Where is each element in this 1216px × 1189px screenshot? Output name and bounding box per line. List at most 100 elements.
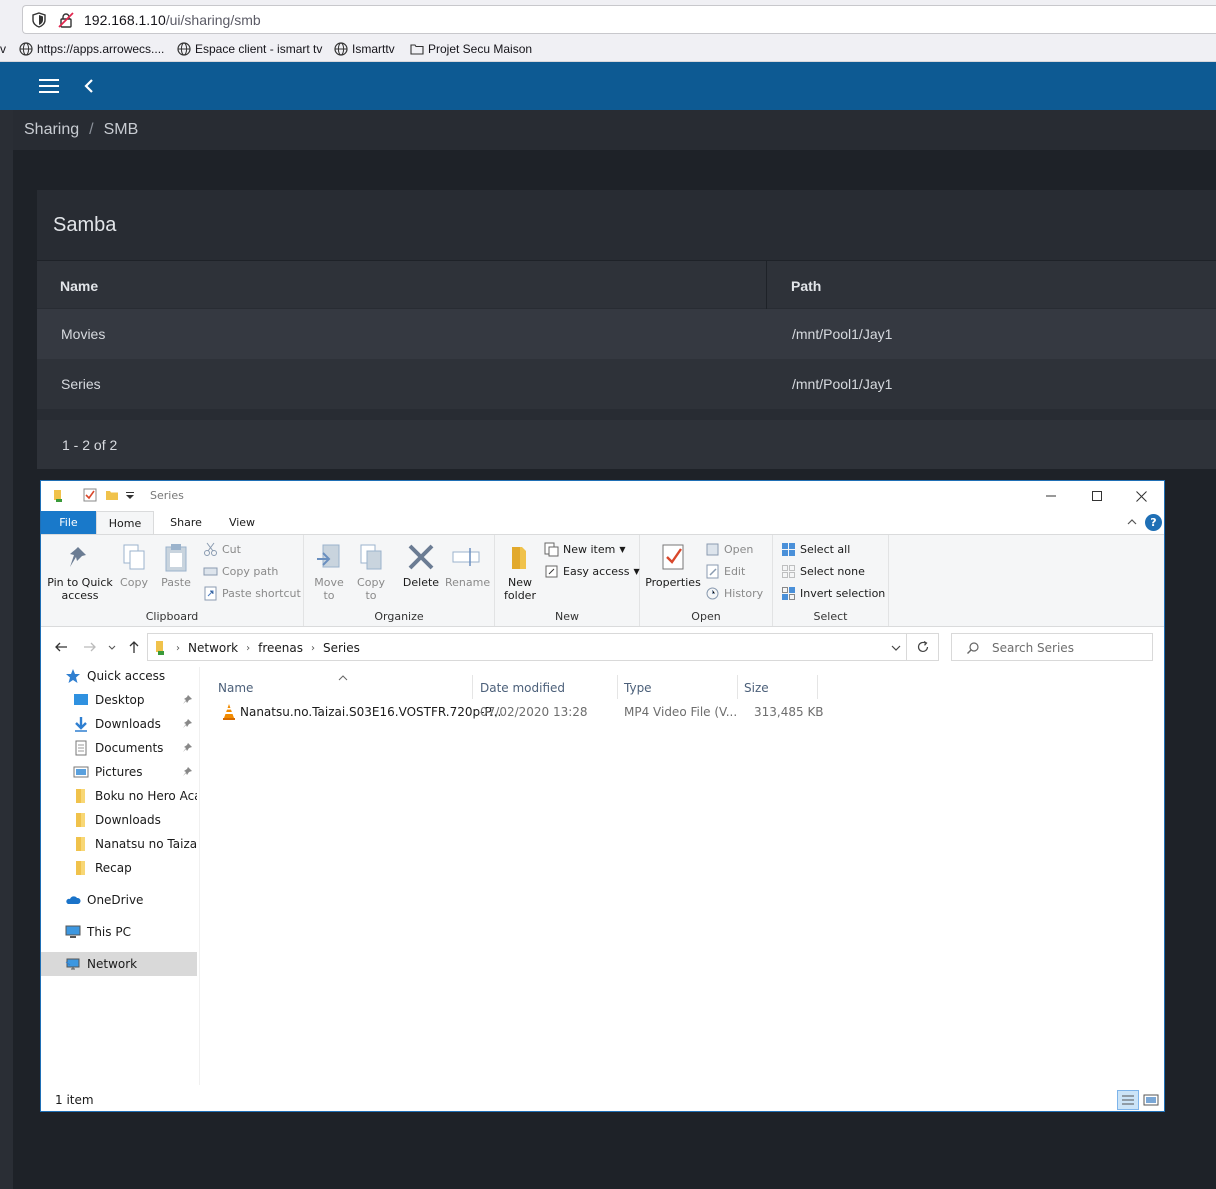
paste-shortcut-button[interactable]: Paste shortcut (203, 586, 301, 601)
new-folder-button[interactable]: New folder (501, 541, 539, 602)
hamburger-menu-icon[interactable] (38, 77, 60, 95)
tab-file[interactable]: File (41, 511, 96, 534)
new-folder-qa-icon[interactable] (105, 488, 119, 502)
nav-onedrive[interactable]: OneDrive (41, 888, 197, 912)
chevron-right-icon[interactable]: › (311, 643, 315, 654)
nav-desktop[interactable]: Desktop (41, 688, 197, 712)
bookmark-overflow[interactable]: v (0, 42, 6, 56)
search-box[interactable]: Search Series (951, 633, 1153, 661)
nav-quick-access[interactable]: Quick access (41, 664, 197, 688)
shield-icon[interactable] (32, 12, 46, 28)
recent-locations-icon[interactable] (107, 639, 117, 655)
nav-downloads-folder[interactable]: Downloads (41, 808, 197, 832)
column-divider[interactable] (766, 261, 767, 309)
minimize-button[interactable] (1028, 481, 1074, 511)
cut-button[interactable]: Cut (203, 542, 241, 557)
file-row[interactable]: Nanatsu.no.Taizai.S03E16.VOSTFR.720p-P..… (217, 701, 824, 723)
address-crumb-freenas[interactable]: freenas (258, 641, 303, 655)
pane-splitter[interactable] (199, 667, 200, 1085)
bookmark-espace-client[interactable]: Espace client - ismart tv (177, 42, 322, 56)
invert-selection-icon (782, 587, 795, 600)
bookmark-arrowecs[interactable]: https://apps.arrowecs.... (19, 42, 164, 56)
new-item-label: New item (563, 543, 616, 556)
folder-icon (76, 813, 85, 827)
nav-network[interactable]: Network (41, 952, 197, 976)
back-arrow-icon[interactable] (53, 639, 69, 655)
address-crumb-network[interactable]: Network (188, 641, 238, 655)
pin-label: Pin to Quick access (47, 576, 113, 602)
copy-path-button[interactable]: Copy path (203, 564, 278, 579)
nav-this-pc[interactable]: This PC (41, 920, 197, 944)
nav-downloads[interactable]: Downloads (41, 712, 197, 736)
tab-share[interactable]: Share (166, 511, 206, 534)
address-field[interactable]: › Network › freenas › Series (147, 633, 907, 661)
properties-checkmark-icon[interactable] (83, 488, 97, 502)
nav-pictures[interactable]: Pictures (41, 760, 197, 784)
breadcrumb-sharing[interactable]: Sharing (24, 121, 79, 139)
select-none-button[interactable]: Select none (781, 564, 865, 579)
nav-boku-no-hero[interactable]: Boku no Hero Acad (41, 784, 197, 808)
invert-selection-button[interactable]: Invert selection (781, 586, 885, 601)
maximize-button[interactable] (1074, 481, 1120, 511)
chevron-right-icon[interactable]: › (176, 643, 180, 654)
insecure-lock-icon[interactable] (58, 12, 74, 28)
bookmark-ismarttv[interactable]: Ismarttv (334, 42, 395, 56)
help-icon[interactable]: ? (1145, 514, 1162, 531)
column-header-size[interactable]: Size (738, 675, 818, 699)
large-icons-view-button[interactable] (1141, 1090, 1161, 1110)
sort-up-icon (338, 675, 348, 681)
new-item-button[interactable]: New item ▼ (544, 542, 626, 557)
properties-button[interactable]: Properties (645, 541, 701, 589)
table-row[interactable]: Movies /mnt/Pool1/Jay1 (37, 309, 1216, 359)
history-button[interactable]: History (705, 586, 763, 601)
refresh-button[interactable] (907, 633, 939, 661)
table-row[interactable]: Series /mnt/Pool1/Jay1 (37, 359, 1216, 409)
collapse-ribbon-icon[interactable] (1126, 516, 1138, 528)
forward-arrow-icon[interactable] (82, 639, 98, 655)
edit-button[interactable]: Edit (705, 564, 745, 579)
window-titlebar[interactable]: Series (41, 481, 1164, 511)
easy-access-button[interactable]: Easy access ▼ (544, 564, 640, 579)
address-bar[interactable]: 192.168.1.10/ui/sharing/smb (22, 5, 1216, 34)
delete-button[interactable]: Delete (401, 541, 441, 589)
explorer-app-icon[interactable] (52, 488, 66, 502)
details-view-button[interactable] (1117, 1090, 1139, 1110)
close-button[interactable] (1118, 481, 1164, 511)
column-header-name[interactable]: Name (201, 675, 473, 699)
paste-button[interactable]: Paste (158, 541, 194, 589)
chevron-down-icon[interactable] (890, 642, 902, 654)
tab-home[interactable]: Home (96, 511, 154, 534)
copy-button[interactable]: Copy (117, 541, 151, 589)
clipboard-group: Pin to Quick access Copy Paste Cut Copy … (41, 535, 304, 626)
breadcrumb-separator: / (89, 121, 94, 138)
column-header-type[interactable]: Type (618, 675, 738, 699)
chevron-left-icon[interactable] (82, 77, 98, 95)
customize-toolbar-icon[interactable] (125, 488, 135, 502)
move-to-button[interactable]: Move to (312, 541, 346, 602)
nav-nanatsu[interactable]: Nanatsu no Taizai (41, 832, 197, 856)
column-header-date[interactable]: Date modified (473, 675, 618, 699)
rename-button[interactable]: Rename (445, 541, 490, 589)
app-topbar (0, 62, 1216, 110)
column-header-path[interactable]: Path (791, 278, 821, 294)
easy-access-icon (545, 565, 558, 578)
nav-documents[interactable]: Documents (41, 736, 197, 760)
select-all-button[interactable]: Select all (781, 542, 850, 557)
column-header-name[interactable]: Name (60, 278, 98, 294)
nav-recap[interactable]: Recap (41, 856, 197, 880)
paste-shortcut-label: Paste shortcut (222, 587, 301, 600)
documents-icon (75, 740, 87, 756)
open-button[interactable]: Open (705, 542, 753, 557)
copy-to-button[interactable]: Copy to (354, 541, 388, 602)
chevron-right-icon[interactable]: › (246, 643, 250, 654)
up-arrow-icon[interactable] (126, 639, 142, 655)
globe-icon (177, 42, 191, 56)
bookmark-folder-projet[interactable]: Projet Secu Maison (410, 42, 532, 56)
file-explorer-window[interactable]: Series File Home Share View ? Pin to Qui… (40, 480, 1165, 1112)
navigation-bar: › Network › freenas › Series Search Seri… (41, 627, 1164, 667)
file-list[interactable]: Name Date modified Type Size Nanatsu.no.… (201, 667, 1164, 1085)
pin-quick-access-button[interactable]: Pin to Quick access (47, 541, 113, 602)
tab-view[interactable]: View (222, 511, 262, 534)
address-crumb-series[interactable]: Series (323, 641, 360, 655)
column-header-label: Date modified (480, 681, 566, 695)
